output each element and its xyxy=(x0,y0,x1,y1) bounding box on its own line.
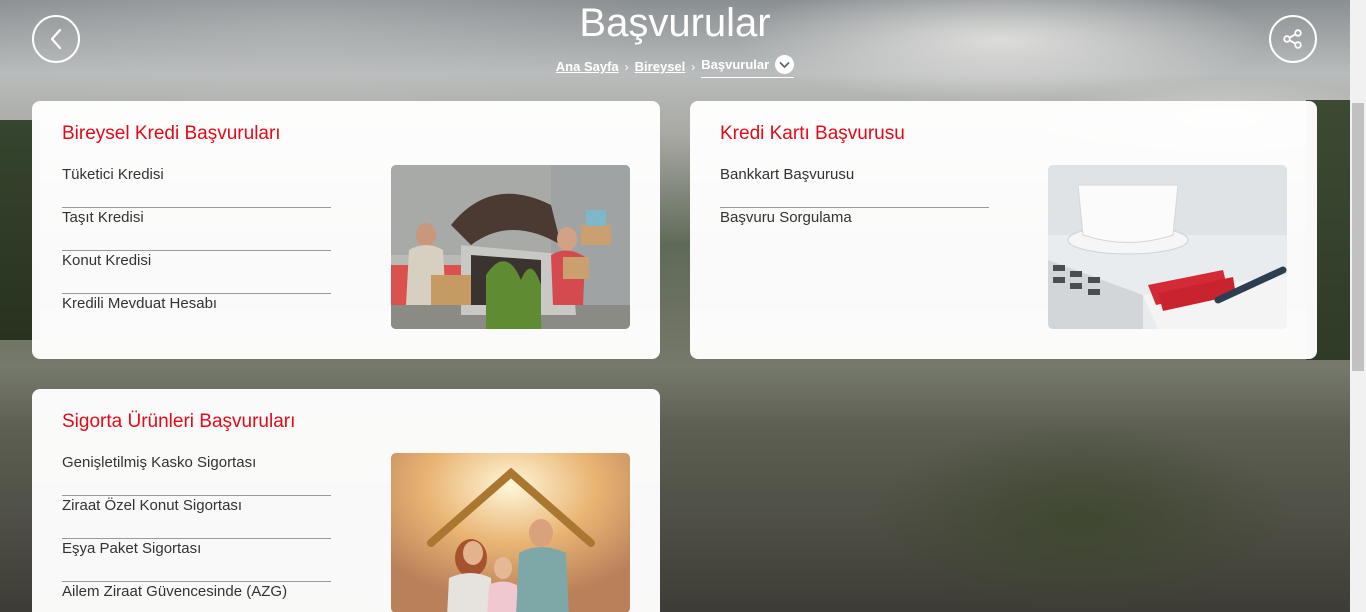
list-item[interactable]: Konut Kredisi xyxy=(62,251,331,294)
card-image-couple-car xyxy=(391,165,630,329)
share-icon xyxy=(1283,29,1302,49)
card-link-list: Genişletilmiş Kasko Sigortası Ziraat Öze… xyxy=(62,453,331,612)
list-item-label: Genişletilmiş Kasko Sigortası xyxy=(62,454,257,471)
breadcrumb-separator-icon: › xyxy=(691,59,696,74)
breadcrumb-home-link[interactable]: Ana Sayfa xyxy=(556,59,619,74)
card-link-list: Tüketici Kredisi Taşıt Kredisi Konut Kre… xyxy=(62,165,331,337)
list-item[interactable]: Taşıt Kredisi xyxy=(62,208,331,251)
list-item[interactable]: Kredili Mevduat Hesabı xyxy=(62,294,331,337)
card-bireysel-kredi: Bireysel Kredi Başvuruları Tüketici Kred… xyxy=(32,101,660,359)
list-item-label: Ziraat Özel Konut Sigortası xyxy=(62,497,243,514)
list-item[interactable]: Eşya Paket Sigortası xyxy=(62,539,331,582)
breadcrumb-separator-icon: › xyxy=(624,59,629,74)
card-image-family-home xyxy=(391,453,630,612)
list-item-label: Konut Kredisi xyxy=(62,252,152,269)
list-item-label: Eşya Paket Sigortası xyxy=(62,540,202,557)
list-item[interactable]: Genişletilmiş Kasko Sigortası xyxy=(62,453,331,496)
card-link-list: Bankkart Başvurusu Başvuru Sorgulama xyxy=(720,165,989,251)
card-image-coffee-card xyxy=(1048,165,1287,329)
chevron-down-icon xyxy=(775,55,795,74)
list-item-label: Bankkart Başvurusu xyxy=(720,166,855,183)
list-item[interactable]: Ziraat Özel Konut Sigortası xyxy=(62,496,331,539)
breadcrumb-parent-link[interactable]: Bireysel xyxy=(635,59,686,74)
list-item[interactable]: Tüketici Kredisi xyxy=(62,165,331,208)
card-title[interactable]: Bireysel Kredi Başvuruları xyxy=(62,123,281,145)
breadcrumb-current-dropdown[interactable]: Başvurular xyxy=(701,55,795,78)
card-sigorta: Sigorta Ürünleri Başvuruları Genişletilm… xyxy=(32,389,660,612)
list-item-label: Başvuru Sorgulama xyxy=(720,209,852,226)
list-item[interactable]: Ailem Ziraat Güvencesinde (AZG) xyxy=(62,582,331,612)
scrollbar[interactable] xyxy=(1350,0,1366,612)
list-item[interactable]: Bankkart Başvurusu xyxy=(720,165,989,208)
page-title: Başvurular xyxy=(579,1,771,45)
scrollbar-thumb[interactable] xyxy=(1352,103,1364,371)
list-item[interactable]: Başvuru Sorgulama xyxy=(720,208,989,251)
list-item-label: Ailem Ziraat Güvencesinde (AZG) xyxy=(62,583,288,600)
list-item-label: Taşıt Kredisi xyxy=(62,209,144,226)
breadcrumb-current-label: Başvurular xyxy=(701,57,770,72)
breadcrumb: Ana Sayfa › Bireysel › Başvurular xyxy=(0,55,1350,78)
background-shrub xyxy=(780,370,1340,612)
card-kredi-karti: Kredi Kartı Başvurusu Bankkart Başvurusu… xyxy=(690,101,1317,359)
list-item-label: Tüketici Kredisi xyxy=(62,166,164,183)
list-item-label: Kredili Mevduat Hesabı xyxy=(62,295,218,312)
page-header: Başvurular Ana Sayfa › Bireysel › Başvur… xyxy=(0,0,1350,100)
card-title[interactable]: Kredi Kartı Başvurusu xyxy=(720,123,905,145)
card-title[interactable]: Sigorta Ürünleri Başvuruları xyxy=(62,411,295,433)
share-button[interactable] xyxy=(1269,15,1317,63)
